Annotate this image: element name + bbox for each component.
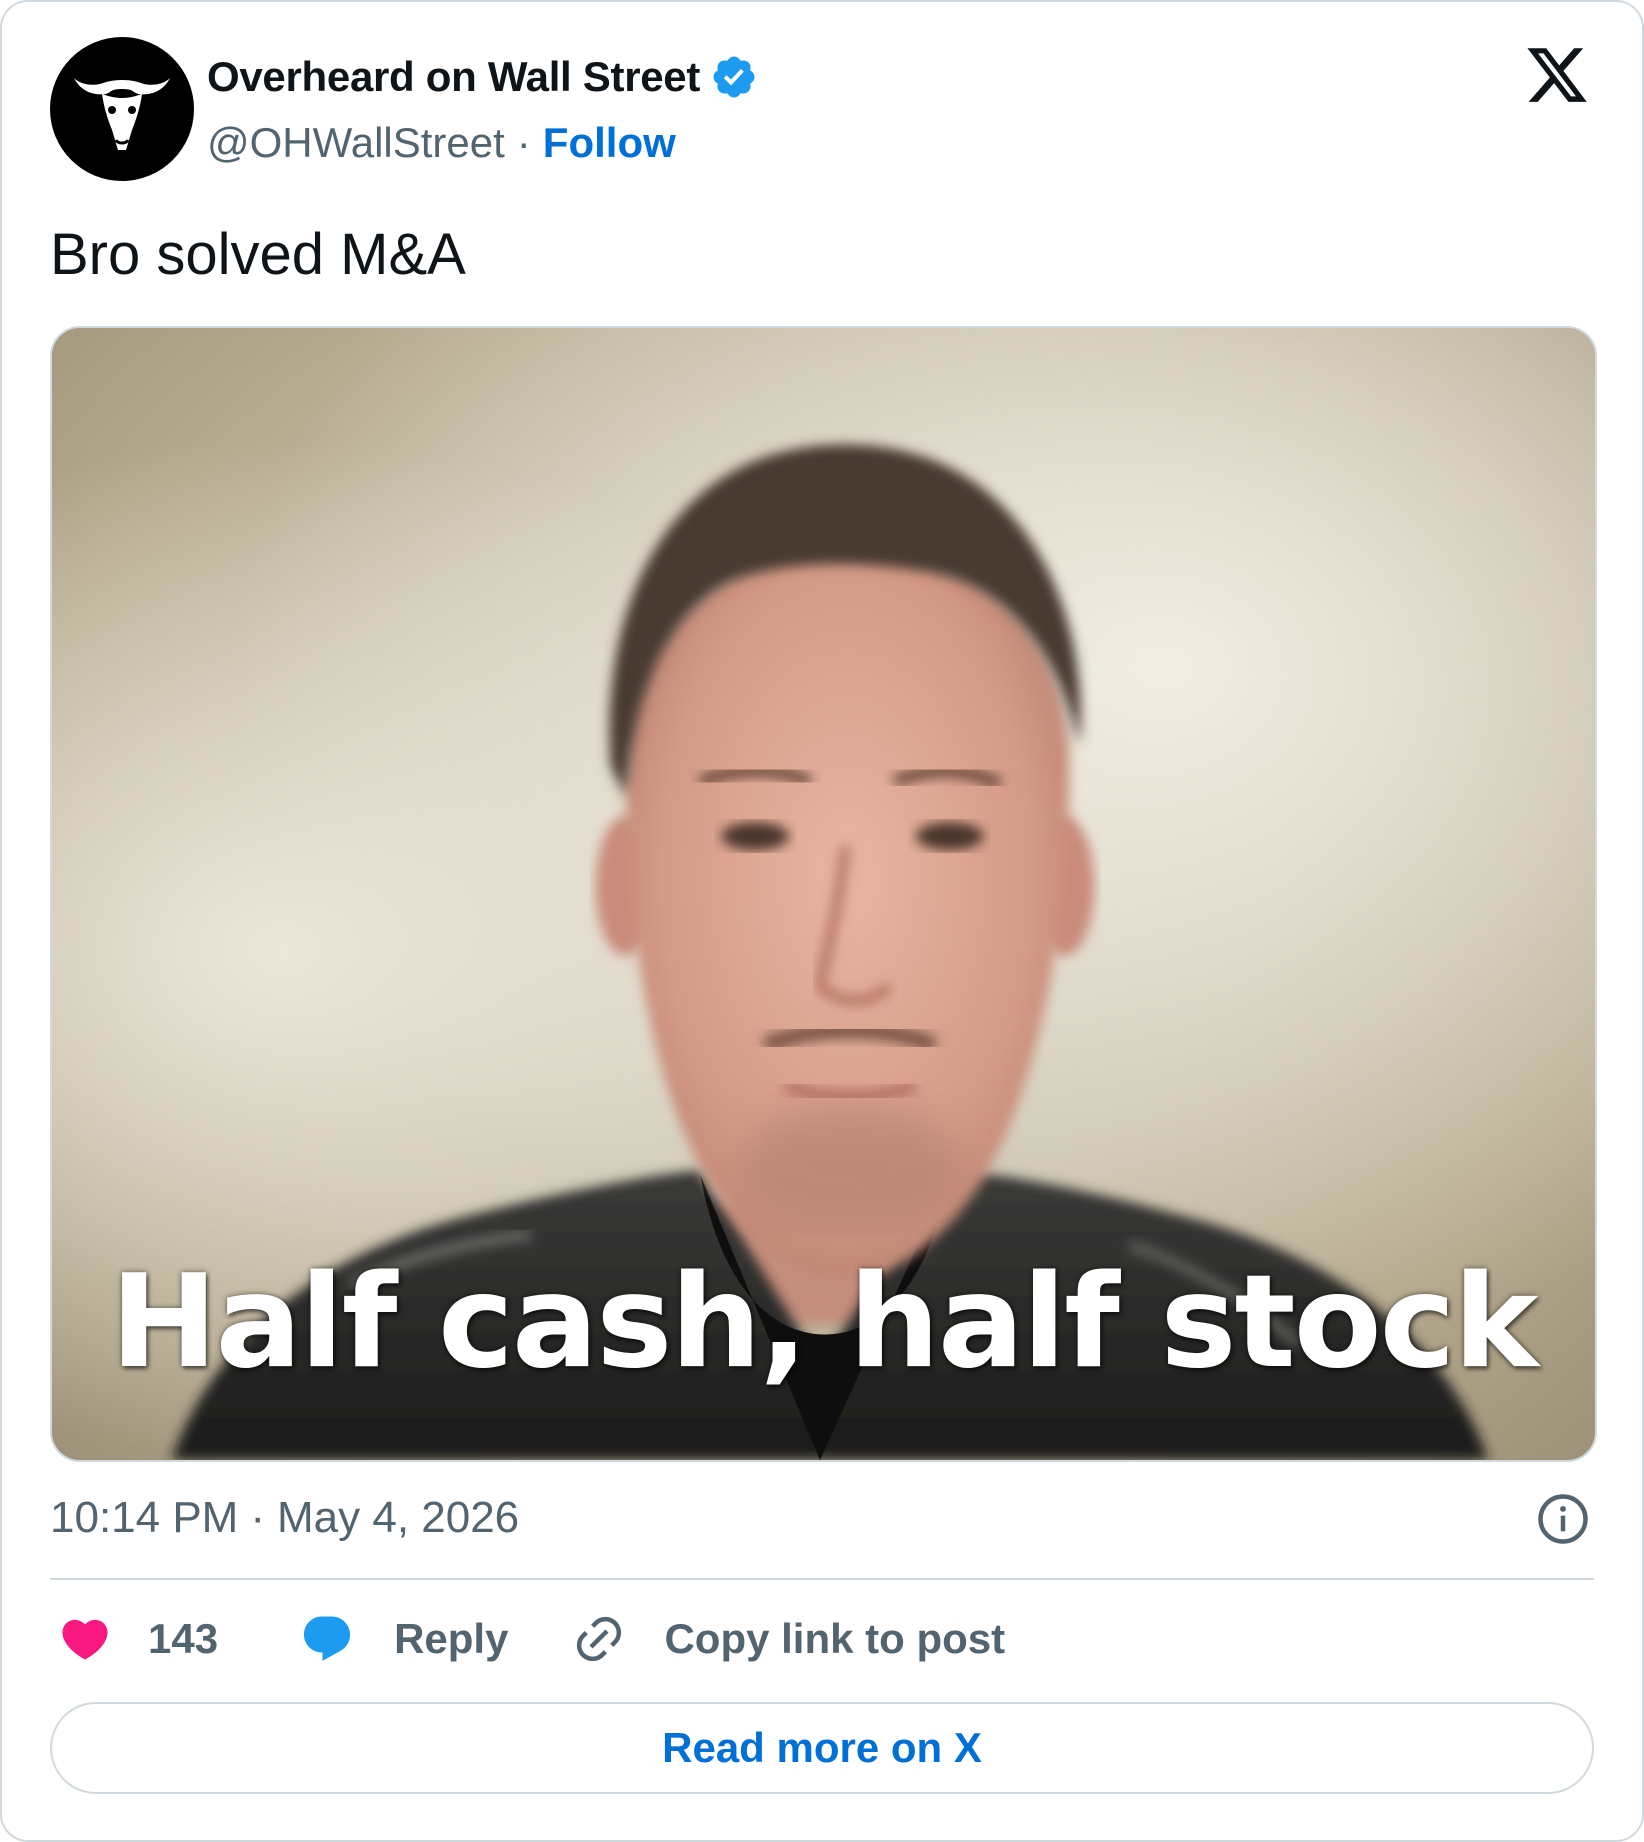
tweet-text: Bro solved M&A (50, 222, 466, 287)
x-logo-icon[interactable] (1524, 42, 1590, 108)
like-count: 143 (148, 1615, 219, 1662)
author-handle[interactable]: @OHWallStreet (207, 119, 505, 167)
action-bar: 143 Reply Copy link to post (58, 1606, 1005, 1672)
avatar[interactable] (50, 37, 194, 181)
author-name-row: Overheard on Wall Street (207, 50, 758, 104)
copy-link-button[interactable]: Copy link to post (572, 1612, 1005, 1666)
post-date[interactable]: May 4, 2026 (277, 1493, 519, 1543)
copy-link-label: Copy link to post (664, 1615, 1006, 1662)
tweet-media-image[interactable]: Half cash, half stock (50, 326, 1597, 1462)
link-icon (577, 1616, 622, 1662)
author-handle-row: @OHWallStreet · Follow (207, 116, 676, 170)
like-button[interactable]: 143 (58, 1612, 218, 1666)
post-timestamp: 10:14 PM · May 4, 2026 (50, 1490, 519, 1546)
read-more-button[interactable]: Read more on X (50, 1702, 1594, 1794)
embedded-post-card: Overheard on Wall Street @OHWallStreet ·… (0, 0, 1644, 1842)
reply-button[interactable]: Reply (300, 1612, 508, 1666)
speech-bubble-icon (304, 1616, 351, 1661)
media-caption: Half cash, half stock (110, 1248, 1538, 1397)
post-time[interactable]: 10:14 PM (50, 1493, 238, 1543)
timestamp-separator: · (250, 1493, 265, 1542)
divider (50, 1578, 1594, 1580)
author-display-name[interactable]: Overheard on Wall Street (207, 53, 700, 101)
follow-button[interactable]: Follow (543, 119, 676, 167)
info-icon[interactable] (1536, 1492, 1590, 1546)
reply-label: Reply (394, 1615, 509, 1662)
verified-badge-icon (713, 56, 755, 98)
bull-skull-icon (74, 78, 170, 150)
heart-icon (62, 1619, 108, 1660)
handle-separator: · (516, 119, 531, 166)
